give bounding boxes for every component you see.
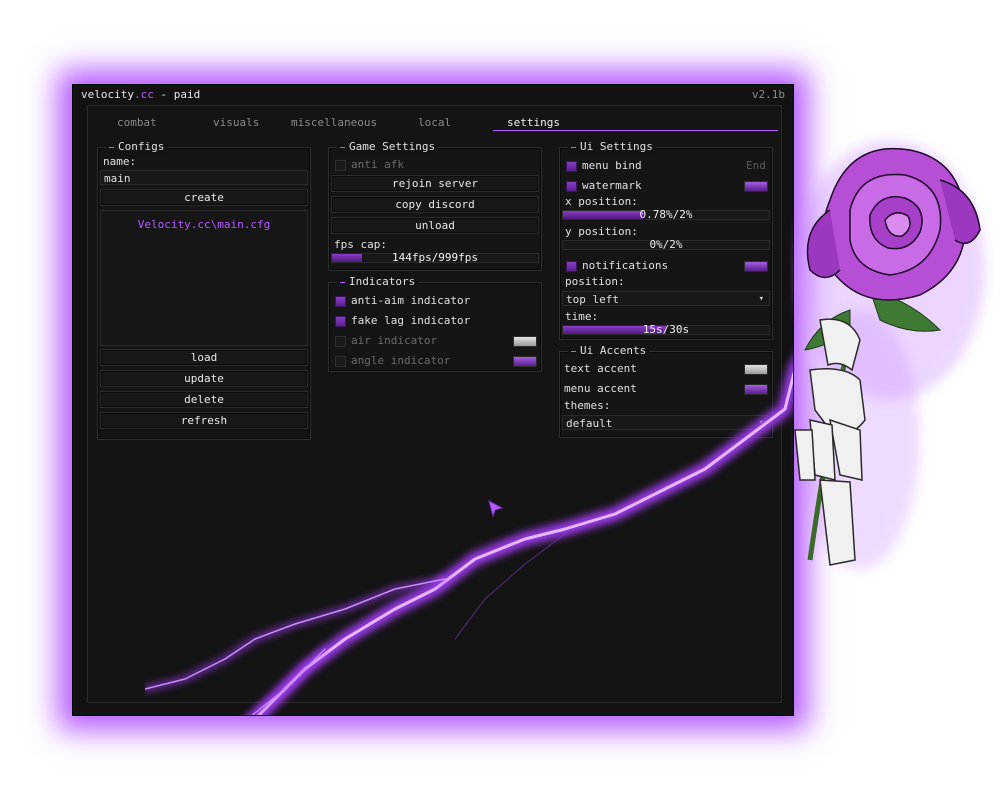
tab-local[interactable]: local	[418, 116, 451, 129]
fps-cap-value: 144fps/999fps	[391, 251, 479, 264]
text-accent-color-swatch[interactable]	[744, 364, 768, 375]
rose-decoration	[794, 140, 985, 570]
angle-indicator-checkbox[interactable]	[335, 356, 346, 367]
fake-lag-indicator-label: fake lag indicator	[351, 314, 471, 327]
menu-accent-label: menu accent	[564, 382, 637, 395]
menu-bind-key[interactable]: End	[746, 159, 766, 173]
configs-title: Configs	[106, 140, 168, 154]
delete-button[interactable]: delete	[100, 391, 308, 408]
time-label: time:	[565, 310, 599, 323]
tab-visuals[interactable]: visuals	[213, 116, 259, 129]
anti-aim-indicator-label: anti-aim indicator	[351, 294, 471, 307]
y-position-label: y position:	[565, 225, 638, 238]
rejoin-server-button[interactable]: rejoin server	[331, 175, 539, 192]
position-dropdown-value: top left	[566, 293, 619, 306]
ui-settings-title: Ui Settings	[568, 140, 656, 154]
tab-miscellaneous[interactable]: miscellaneous	[291, 116, 377, 129]
anti-afk-checkbox[interactable]	[335, 160, 346, 171]
time-value: 15s/30s	[642, 323, 690, 336]
angle-indicator-color-swatch[interactable]	[513, 356, 537, 367]
game-settings-title: Game Settings	[337, 140, 439, 154]
menu-bind-checkbox[interactable]	[566, 161, 577, 172]
angle-indicator-label: angle indicator	[351, 354, 451, 367]
config-list-item[interactable]: Velocity.cc\main.cfg	[101, 218, 307, 231]
time-slider[interactable]: 15s/30s	[562, 323, 770, 336]
fps-cap-slider[interactable]: 144fps/999fps	[331, 251, 539, 264]
y-position-value: 0%/2%	[649, 238, 683, 251]
x-position-slider[interactable]: 0.78%/2%	[562, 208, 770, 221]
indicators-section: Indicators anti-aim indicator fake lag i…	[328, 275, 542, 372]
chevron-down-icon: ▾	[758, 294, 764, 304]
notifications-label: notifications	[582, 259, 669, 272]
menu-bind-label: menu bind	[582, 159, 642, 172]
indicators-title: Indicators	[337, 275, 419, 289]
watermark-checkbox[interactable]	[566, 181, 577, 192]
active-tab-underline	[493, 130, 778, 131]
anti-aim-indicator-checkbox[interactable]	[335, 296, 346, 307]
notifications-color-swatch[interactable]	[744, 261, 768, 272]
cursor-icon	[488, 500, 504, 518]
config-name-label: name:	[103, 155, 137, 168]
window-title: velocity.cc - paid	[81, 88, 201, 101]
position-dropdown[interactable]: top left ▾	[562, 291, 770, 306]
air-indicator-color-swatch[interactable]	[513, 336, 537, 347]
watermark-color-swatch[interactable]	[744, 181, 768, 192]
anti-afk-label: anti afk	[351, 158, 404, 171]
notifications-checkbox[interactable]	[566, 261, 577, 272]
fake-lag-indicator-checkbox[interactable]	[335, 316, 346, 327]
configs-section: Configs name: main create Velocity.cc\ma…	[97, 140, 311, 440]
text-accent-label: text accent	[564, 362, 637, 375]
chevron-down-icon: ▾	[758, 418, 764, 428]
menu-accent-color-swatch[interactable]	[744, 384, 768, 395]
menu-window: velocity.cc - paid v2.1b combat visuals …	[72, 84, 794, 716]
air-indicator-checkbox[interactable]	[335, 336, 346, 347]
position-label: position:	[565, 275, 625, 288]
themes-label: themes:	[564, 399, 611, 412]
x-position-label: x position:	[565, 195, 638, 208]
themes-dropdown-value: default	[566, 417, 613, 430]
version-label: v2.1b	[751, 88, 785, 101]
ui-accents-title: Ui Accents	[568, 344, 650, 358]
fps-cap-label: fps cap:	[334, 238, 387, 251]
ui-accents-section: Ui Accents text accent menu accent theme…	[559, 344, 773, 438]
y-position-slider[interactable]: 0%/2%	[562, 238, 770, 251]
unload-button[interactable]: unload	[331, 217, 539, 234]
refresh-button[interactable]: refresh	[100, 412, 308, 429]
game-settings-section: Game Settings anti afk rejoin server cop…	[328, 140, 542, 271]
config-name-input[interactable]: main	[100, 170, 308, 185]
themes-dropdown[interactable]: default ▾	[562, 415, 770, 430]
tab-combat[interactable]: combat	[117, 116, 157, 129]
config-list: Velocity.cc\main.cfg	[100, 210, 308, 346]
x-position-value: 0.78%/2%	[639, 208, 693, 221]
watermark-label: watermark	[582, 179, 642, 192]
load-button[interactable]: load	[100, 349, 308, 366]
tab-settings[interactable]: settings	[507, 116, 560, 129]
create-button[interactable]: create	[100, 189, 308, 206]
air-indicator-label: air indicator	[351, 334, 438, 347]
update-button[interactable]: update	[100, 370, 308, 387]
copy-discord-button[interactable]: copy discord	[331, 196, 539, 213]
ui-settings-section: Ui Settings menu bind End watermark x po…	[559, 140, 773, 340]
